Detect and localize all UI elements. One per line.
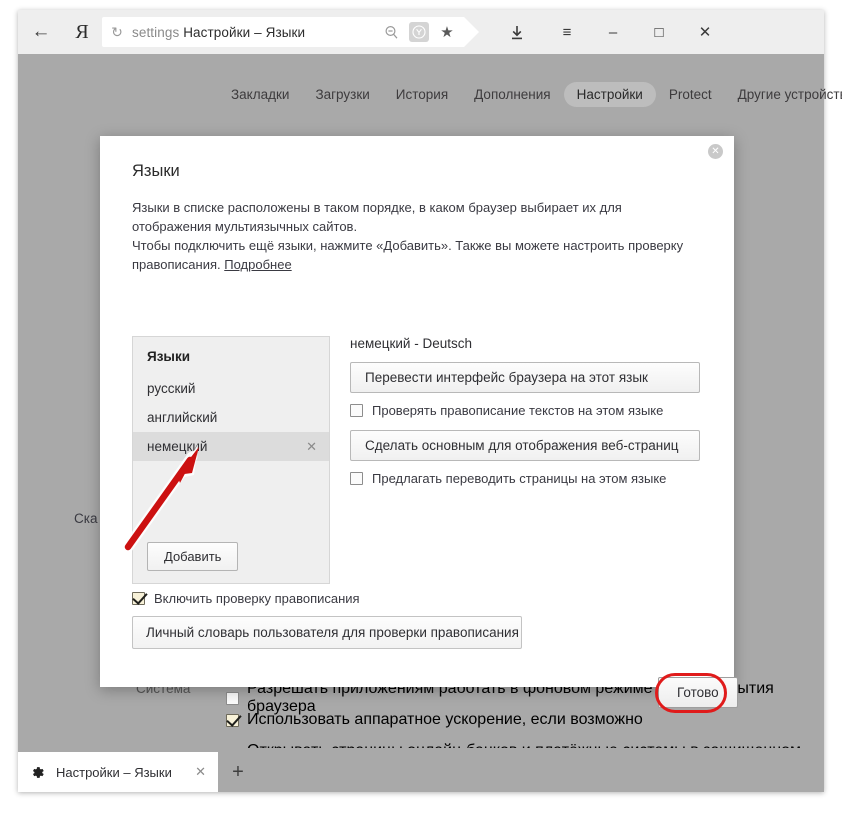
desc-line-2: мультиязычных сайтов. <box>214 219 358 235</box>
nav-item-addons[interactable]: Дополнения <box>461 82 563 107</box>
browser-menu-button[interactable]: ≡ <box>544 10 590 54</box>
dialog-close-icon[interactable]: ✕ <box>708 144 723 159</box>
language-list-header: Языки <box>133 337 329 374</box>
reload-icon[interactable]: ↻ <box>102 24 132 41</box>
star-glyph: ★ <box>440 24 454 41</box>
address-bar[interactable]: ↻ settings Настройки – Языки ★ <box>102 17 479 47</box>
dialog-close-glyph: ✕ <box>711 145 720 157</box>
toolbar-right-group: ≡ – □ ✕ <box>490 10 728 54</box>
nav-label: История <box>395 87 449 102</box>
nav-item-other-devices[interactable]: Другие устройства <box>725 82 842 107</box>
plus-icon: + <box>232 760 244 783</box>
dialog-title: Языки <box>132 162 180 181</box>
language-detail-title: немецкий - Deutsch <box>350 336 700 351</box>
done-button[interactable]: Готово <box>658 677 738 708</box>
nav-label: Настройки <box>576 87 643 102</box>
nav-label: Закладки <box>231 87 290 102</box>
nav-label: Другие устройства <box>737 87 842 102</box>
option-spellcheck-label: Проверять правописание текстов на этом я… <box>372 403 664 418</box>
tab-close-icon[interactable]: ✕ <box>195 764 206 780</box>
nav-item-protect[interactable]: Protect <box>656 82 725 107</box>
checkbox-background-apps[interactable] <box>226 691 239 705</box>
make-primary-button[interactable]: Сделать основным для отображения веб-стр… <box>350 430 700 461</box>
checkbox-spellcheck-language[interactable] <box>350 404 363 417</box>
desc-line-3: Чтобы подключить ещё языки, нажмите «Доб… <box>132 238 684 254</box>
language-remove-icon[interactable]: ✕ <box>306 439 317 455</box>
yandex-badge-glyph <box>412 25 426 39</box>
browser-toolbar: ← Я ↻ settings Настройки – Языки ★ ≡ – □… <box>18 10 824 54</box>
address-title: Настройки – Языки <box>183 24 306 40</box>
window-maximize-button[interactable]: □ <box>636 10 682 54</box>
option-enable-spellcheck[interactable]: Включить проверку правописания <box>132 591 360 606</box>
close-icon: ✕ <box>698 24 712 41</box>
back-arrow-icon: ← <box>31 21 51 42</box>
option-spellcheck-language[interactable]: Проверять правописание текстов на этом я… <box>350 403 700 418</box>
add-language-button[interactable]: Добавить <box>147 542 239 571</box>
checkbox-hardware-accel[interactable] <box>226 713 239 727</box>
reload-glyph: ↻ <box>111 23 123 40</box>
checkbox-offer-translate[interactable] <box>350 472 363 485</box>
browser-tab-settings[interactable]: Настройки – Языки ✕ <box>18 752 218 792</box>
browser-tab-title: Настройки – Языки <box>56 764 172 780</box>
bg-option-hardware-accel[interactable]: Использовать аппаратное ускорение, если … <box>226 711 643 729</box>
bg-fragment-text: Ска <box>74 511 98 526</box>
downloads-button[interactable] <box>490 10 544 54</box>
option-offer-translate-label: Предлагать переводить страницы на этом я… <box>372 471 667 486</box>
yandex-logo-label: Я <box>75 20 89 43</box>
language-item-english[interactable]: английский <box>133 403 329 432</box>
nav-label: Загрузки <box>315 87 370 102</box>
nav-item-downloads[interactable]: Загрузки <box>302 82 382 107</box>
personal-dictionary-button[interactable]: Личный словарь пользователя для проверки… <box>132 616 522 649</box>
hamburger-menu-icon: ≡ <box>562 23 572 41</box>
dialog-more-link[interactable]: Подробнее <box>224 257 291 272</box>
language-item-russian[interactable]: русский <box>133 374 329 403</box>
zoom-out-glyph <box>384 25 397 39</box>
address-bar-text: settings Настройки – Языки <box>132 25 305 40</box>
tab-strip: Настройки – Языки ✕ + <box>18 748 824 792</box>
nav-item-bookmarks[interactable]: Закладки <box>218 82 302 107</box>
dialog-title-text: Языки <box>132 162 180 180</box>
window-minimize-button[interactable]: – <box>590 10 636 54</box>
bg-option-label: Использовать аппаратное ускорение, если … <box>247 711 643 728</box>
new-tab-button[interactable]: + <box>218 752 258 792</box>
settings-page: Закладки Загрузки История Дополнения Нас… <box>18 54 842 777</box>
address-scheme: settings <box>132 24 180 40</box>
language-item-german[interactable]: немецкий ✕ <box>133 432 329 461</box>
language-item-label: русский <box>147 381 196 396</box>
language-list-panel: Языки русский английский немецкий ✕ Доба… <box>132 336 330 584</box>
option-enable-spellcheck-label: Включить проверку правописания <box>154 591 360 606</box>
languages-dialog: ✕ Языки Языки в списке расположены в так… <box>100 136 738 708</box>
language-detail-panel: немецкий - Deutsch Перевести интерфейс б… <box>350 336 700 498</box>
yandex-badge-circle <box>409 22 429 42</box>
gear-icon <box>33 766 44 778</box>
bookmark-star-icon[interactable]: ★ <box>434 19 460 45</box>
browser-window: ← Я ↻ settings Настройки – Языки ★ ≡ – □… <box>18 10 842 792</box>
download-icon <box>512 25 522 39</box>
yandex-logo-icon[interactable]: Я <box>64 10 100 54</box>
desc-line-4: правописания. <box>132 257 221 273</box>
window-close-button[interactable]: ✕ <box>682 10 728 54</box>
screenshot-root: ← Я ↻ settings Настройки – Языки ★ ≡ – □… <box>0 0 842 814</box>
desc-line-1: Языки в списке расположены в таком поряд… <box>132 200 622 235</box>
language-list-header-text: Языки <box>147 349 190 364</box>
maximize-icon: □ <box>654 23 664 41</box>
address-bar-icons: ★ <box>378 17 460 47</box>
option-offer-translate[interactable]: Предлагать переводить страницы на этом я… <box>350 471 700 486</box>
nav-label: Дополнения <box>474 87 551 102</box>
nav-label: Protect <box>668 87 712 102</box>
back-button[interactable]: ← <box>18 10 64 54</box>
translate-interface-button[interactable]: Перевести интерфейс браузера на этот язы… <box>350 362 700 393</box>
yandex-badge-icon[interactable] <box>406 19 432 45</box>
settings-nav: Закладки Загрузки История Дополнения Нас… <box>18 82 842 107</box>
language-item-label: немецкий <box>147 439 208 454</box>
language-detail-title-text: немецкий - Deutsch <box>350 336 472 351</box>
bg-fragment-left: Ска <box>74 511 97 526</box>
nav-item-history[interactable]: История <box>383 82 461 107</box>
checkbox-enable-spellcheck[interactable] <box>132 592 145 605</box>
language-item-label: английский <box>147 410 218 425</box>
nav-item-settings[interactable]: Настройки <box>563 82 656 107</box>
dialog-description: Языки в списке расположены в таком поряд… <box>132 198 697 274</box>
minimize-icon: – <box>608 23 618 41</box>
zoom-out-icon[interactable] <box>378 19 404 45</box>
